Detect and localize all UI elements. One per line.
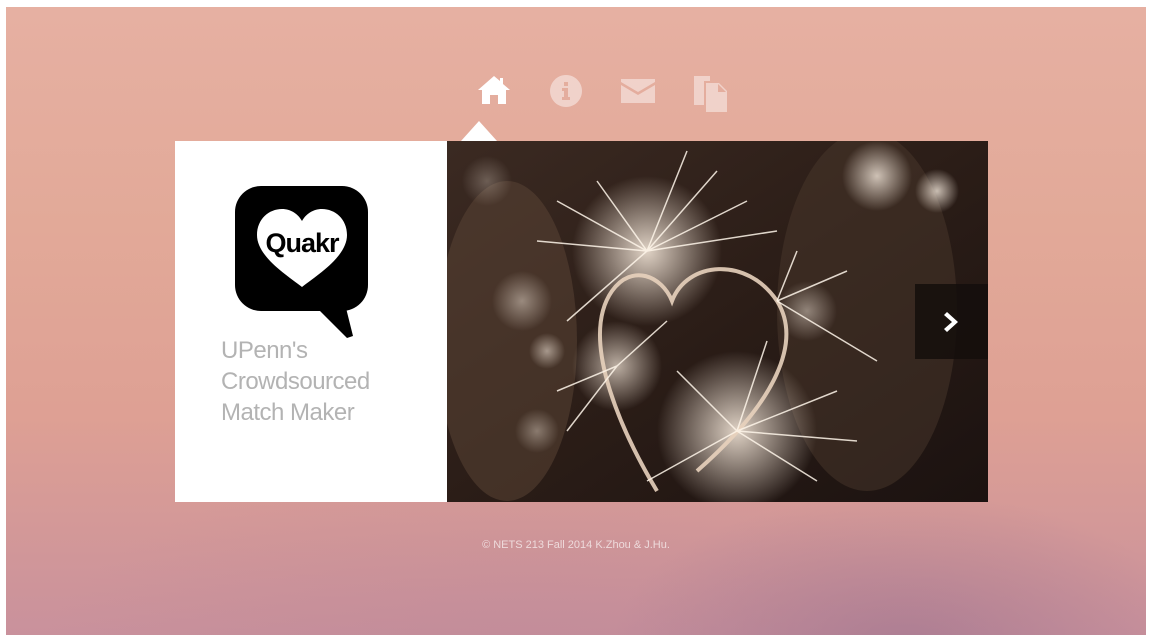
documents-icon xyxy=(694,76,727,112)
chevron-right-icon xyxy=(943,311,958,332)
footer-copyright: © NETS 213 Fall 2014 K.Zhou & J.Hu. xyxy=(482,539,670,551)
next-slide-button[interactable] xyxy=(915,284,988,359)
sparkler-heart-photo xyxy=(447,141,988,502)
hero-card: Quakr UPenn's Crowdsourced Match Maker xyxy=(175,141,988,502)
main-nav xyxy=(458,75,746,115)
active-nav-pointer xyxy=(461,121,497,141)
tagline-line-3: Match Maker xyxy=(221,399,355,426)
hero-image-panel xyxy=(447,141,988,502)
tagline-line-2: Crowdsourced xyxy=(221,368,370,395)
logo-text: Quakr xyxy=(265,228,340,258)
tagline: UPenn's Crowdsourced Match Maker xyxy=(221,335,441,428)
page-background: Quakr UPenn's Crowdsourced Match Maker ©… xyxy=(6,7,1146,635)
quakr-logo: Quakr xyxy=(235,186,368,338)
info-icon xyxy=(550,75,582,107)
nav-contact[interactable] xyxy=(602,75,674,115)
nav-documents[interactable] xyxy=(674,75,746,115)
tagline-line-1: UPenn's xyxy=(221,337,308,364)
home-icon xyxy=(478,76,510,104)
nav-home[interactable] xyxy=(458,75,530,115)
brand-panel: Quakr UPenn's Crowdsourced Match Maker xyxy=(175,141,447,502)
nav-info[interactable] xyxy=(530,75,602,115)
mail-icon xyxy=(621,79,655,103)
